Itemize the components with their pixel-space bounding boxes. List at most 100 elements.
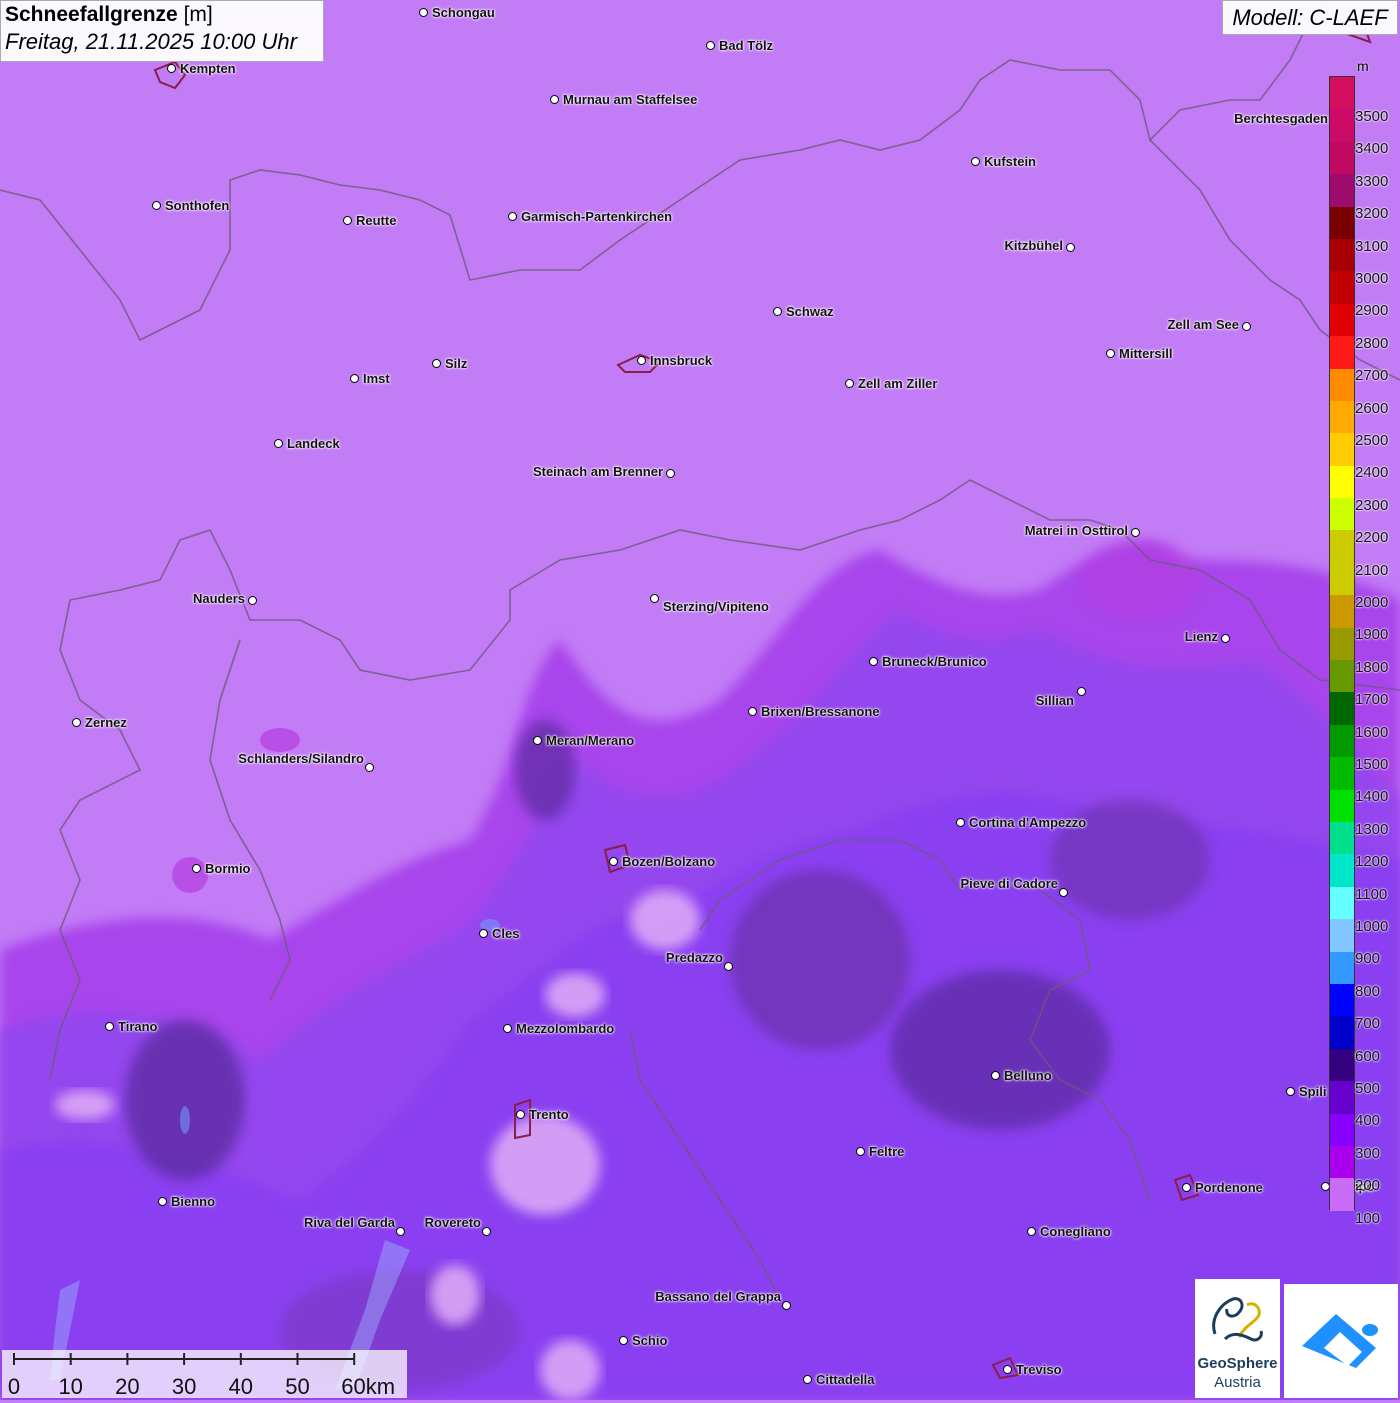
legend-level-label: 400: [1355, 1112, 1381, 1130]
city-marker: [1077, 687, 1086, 696]
city-marker: [343, 216, 352, 225]
legend-swatch: [1330, 174, 1354, 207]
field-deep-1: [125, 1020, 245, 1180]
field-pale-2: [630, 890, 700, 950]
city-marker: [503, 1024, 512, 1033]
map-timestamp: Freitag, 21.11.2025 10:00 Uhr: [5, 29, 297, 54]
city-label: Cortina d'Ampezzo: [969, 815, 1087, 830]
city-label: Bormio: [205, 861, 251, 876]
legend-level-label: 3300: [1355, 172, 1389, 190]
city-label: Bassano del Grappa: [655, 1289, 781, 1304]
city-marker: [782, 1301, 791, 1310]
city-label: Sonthofen: [165, 198, 230, 213]
legend-swatch: [1330, 336, 1354, 369]
legend-swatch: [1330, 1048, 1354, 1082]
legend-swatch: [1330, 1081, 1354, 1114]
city-label: Cittadella: [816, 1372, 875, 1387]
city-marker: [350, 374, 359, 383]
legend-swatch: [1330, 951, 1354, 984]
legend-level-label: 1200: [1355, 853, 1389, 871]
geosphere-logo-text-1: GeoSphere: [1197, 1355, 1278, 1372]
legend-swatch: [1330, 886, 1354, 920]
city-marker: [706, 41, 715, 50]
legend-level-label: 800: [1355, 982, 1381, 1000]
legend-swatch: [1330, 530, 1354, 563]
legend-swatch: [1330, 660, 1354, 693]
city-label: Schongau: [432, 5, 495, 20]
city-label: Meran/Merano: [546, 733, 635, 748]
weather-app-logo: [1284, 1284, 1398, 1398]
city-marker: [550, 95, 559, 104]
legend-level-label: 1600: [1355, 723, 1389, 741]
legend-swatch: [1330, 1113, 1354, 1146]
city-marker: [637, 356, 646, 365]
legend-level-label: 2400: [1355, 464, 1389, 482]
city-label: Bienno: [171, 1194, 216, 1209]
legend-level-label: 1300: [1355, 820, 1389, 838]
legend-level-label: 2700: [1355, 367, 1389, 385]
city-label: Landeck: [287, 436, 340, 451]
geosphere-logo-text-2: Austria: [1214, 1374, 1261, 1391]
city-marker: [508, 212, 517, 221]
city-label: Bozen/Bolzano: [622, 854, 716, 869]
legend-swatch: [1330, 238, 1354, 272]
legend-swatch: [1330, 821, 1354, 855]
legend-swatch: [1330, 724, 1354, 758]
city-marker: [152, 201, 161, 210]
city-label: Schio: [632, 1333, 668, 1348]
city-label: Spili: [1299, 1084, 1327, 1099]
city-marker: [773, 307, 782, 316]
field-mag-3: [172, 857, 208, 893]
city-label: Bad Tölz: [719, 38, 774, 53]
legend-swatch: [1330, 919, 1354, 952]
legend-level-label: 1400: [1355, 788, 1389, 806]
city-label: Kempten: [180, 61, 236, 76]
legend-level-label: 2200: [1355, 529, 1389, 547]
legend-swatch: [1330, 271, 1354, 304]
legend-swatch: [1330, 77, 1354, 110]
legend-swatch: [1330, 141, 1354, 175]
city-label: Brixen/Bressanone: [761, 704, 880, 719]
city-marker: [432, 359, 441, 368]
city-marker: [1242, 322, 1251, 331]
city-label: Kitzbühel: [1004, 238, 1064, 253]
city-marker: [619, 1336, 628, 1345]
legend-level-label: 2900: [1355, 302, 1389, 320]
city-marker: [1059, 888, 1068, 897]
map-title: Schneefallgrenze [m]: [5, 3, 213, 26]
city-label: Lienz: [1184, 629, 1218, 644]
legend-swatch: [1330, 789, 1354, 822]
city-label: Steinach am Brenner: [532, 464, 663, 479]
city-label: Pordenone: [1195, 1180, 1263, 1195]
scale-tick-label: 30: [171, 1374, 197, 1399]
legend-level-label: 1700: [1355, 691, 1389, 709]
city-marker: [1003, 1365, 1012, 1374]
legend-unit: m: [1357, 58, 1369, 74]
legend-level-label: 2500: [1355, 432, 1389, 449]
city-marker: [1027, 1227, 1036, 1236]
legend-level-label: 900: [1355, 950, 1381, 968]
city-marker: [365, 763, 374, 772]
scale-bar: 0 10 20 30 40 50 60km: [2, 1350, 407, 1399]
city-label: Berchtesgaden: [1234, 111, 1328, 126]
city-label: Riva del Garda: [303, 1215, 395, 1230]
city-marker: [856, 1147, 865, 1156]
legend-swatch: [1330, 400, 1354, 434]
legend-level-label: 1000: [1355, 918, 1389, 935]
city-label: Imst: [363, 371, 390, 386]
legend-level-label: 3500: [1355, 108, 1389, 125]
city-label: Treviso: [1016, 1362, 1062, 1377]
legend-swatch: [1330, 206, 1354, 239]
field-pale-1: [490, 1115, 600, 1215]
scale-tick-label: 50: [285, 1374, 310, 1399]
city-label: Mezzolombardo: [516, 1021, 615, 1036]
city-label: Sterzing/Vipiteno: [663, 599, 769, 614]
city-marker: [516, 1110, 525, 1119]
city-marker: [396, 1227, 405, 1236]
legend-swatch: [1330, 1178, 1354, 1211]
city-marker: [1131, 528, 1140, 537]
city-marker: [1066, 243, 1075, 252]
legend-level-label: 300: [1355, 1144, 1381, 1162]
city-label: Schwaz: [786, 304, 834, 319]
legend-level-label: 500: [1355, 1080, 1381, 1097]
